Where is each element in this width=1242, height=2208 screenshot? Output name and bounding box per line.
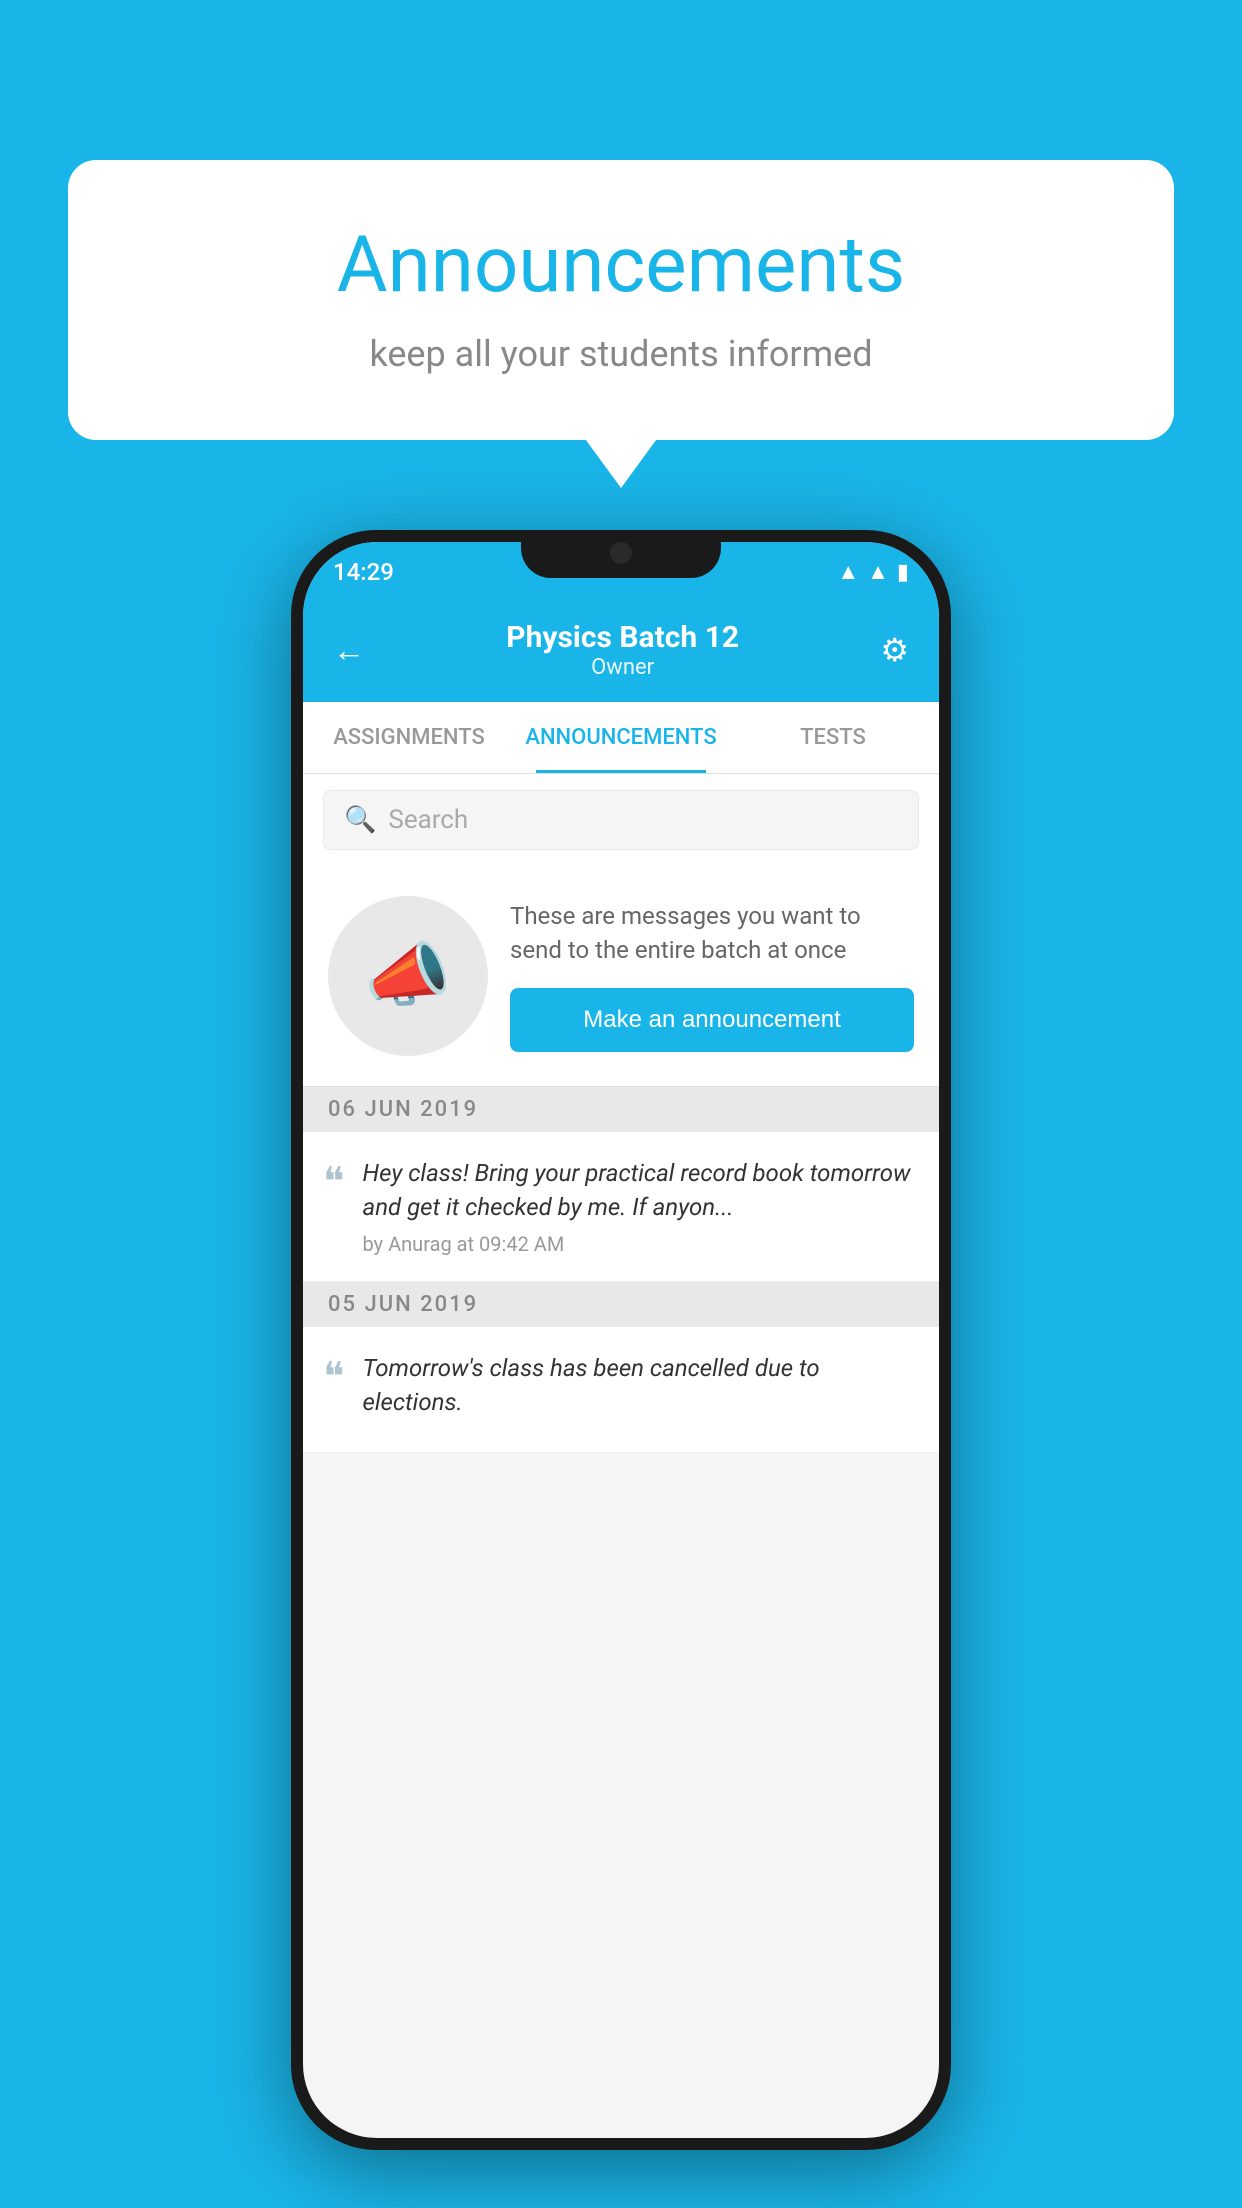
date-label-2: 05 JUN 2019 (328, 1292, 478, 1317)
bubble-title: Announcements (118, 220, 1124, 311)
megaphone-icon: 📣 (364, 935, 451, 1017)
back-button[interactable]: ← (333, 631, 365, 669)
announcement-item-1[interactable]: ❝ Hey class! Bring your practical record… (303, 1132, 939, 1282)
settings-gear-icon[interactable]: ⚙ (880, 631, 909, 669)
megaphone-circle: 📣 (328, 896, 488, 1056)
batch-title: Physics Batch 12 (506, 620, 739, 655)
speech-bubble: Announcements keep all your students inf… (68, 160, 1174, 440)
announcement-content-2: Tomorrow's class has been cancelled due … (363, 1352, 919, 1427)
announcement-text-2: Tomorrow's class has been cancelled due … (363, 1352, 919, 1419)
date-label-1: 06 JUN 2019 (328, 1097, 478, 1122)
quote-icon-2: ❝ (323, 1357, 345, 1397)
search-container: 🔍 Search (303, 774, 939, 866)
status-icons: ▲ ▲ ▮ (837, 559, 909, 585)
speech-bubble-container: Announcements keep all your students inf… (68, 160, 1174, 440)
wifi-icon: ▲ (837, 559, 859, 585)
promo-description: These are messages you want to send to t… (510, 900, 914, 967)
announcement-meta-1: by Anurag at 09:42 AM (363, 1232, 919, 1256)
search-box[interactable]: 🔍 Search (323, 790, 919, 850)
announcement-item-2[interactable]: ❝ Tomorrow's class has been cancelled du… (303, 1327, 939, 1453)
promo-section: 📣 These are messages you want to send to… (303, 866, 939, 1087)
search-icon: 🔍 (344, 805, 376, 835)
batch-subtitle: Owner (506, 655, 739, 680)
phone-camera (610, 542, 632, 564)
tab-assignments[interactable]: ASSIGNMENTS (303, 702, 515, 773)
search-placeholder: Search (388, 805, 468, 835)
tab-tests[interactable]: TESTS (727, 702, 939, 773)
battery-icon: ▮ (897, 560, 909, 585)
header-center: Physics Batch 12 Owner (506, 620, 739, 680)
signal-icon: ▲ (867, 559, 889, 585)
announcement-content-1: Hey class! Bring your practical record b… (363, 1157, 919, 1256)
phone-notch (521, 530, 721, 578)
app-header: ← Physics Batch 12 Owner ⚙ (303, 602, 939, 702)
tab-bar: ASSIGNMENTS ANNOUNCEMENTS TESTS (303, 702, 939, 774)
make-announcement-button[interactable]: Make an announcement (510, 988, 914, 1052)
phone-frame: 14:29 ▲ ▲ ▮ ← Physics Batch 12 Owner ⚙ A… (291, 530, 951, 2150)
tab-announcements[interactable]: ANNOUNCEMENTS (515, 702, 727, 773)
date-divider-2: 05 JUN 2019 (303, 1282, 939, 1327)
quote-icon-1: ❝ (323, 1162, 345, 1202)
date-divider-1: 06 JUN 2019 (303, 1087, 939, 1132)
status-time: 14:29 (333, 558, 394, 586)
announcement-text-1: Hey class! Bring your practical record b… (363, 1157, 919, 1224)
bubble-subtitle: keep all your students informed (118, 333, 1124, 375)
phone-screen: 14:29 ▲ ▲ ▮ ← Physics Batch 12 Owner ⚙ A… (303, 542, 939, 2138)
promo-right: These are messages you want to send to t… (510, 900, 914, 1051)
